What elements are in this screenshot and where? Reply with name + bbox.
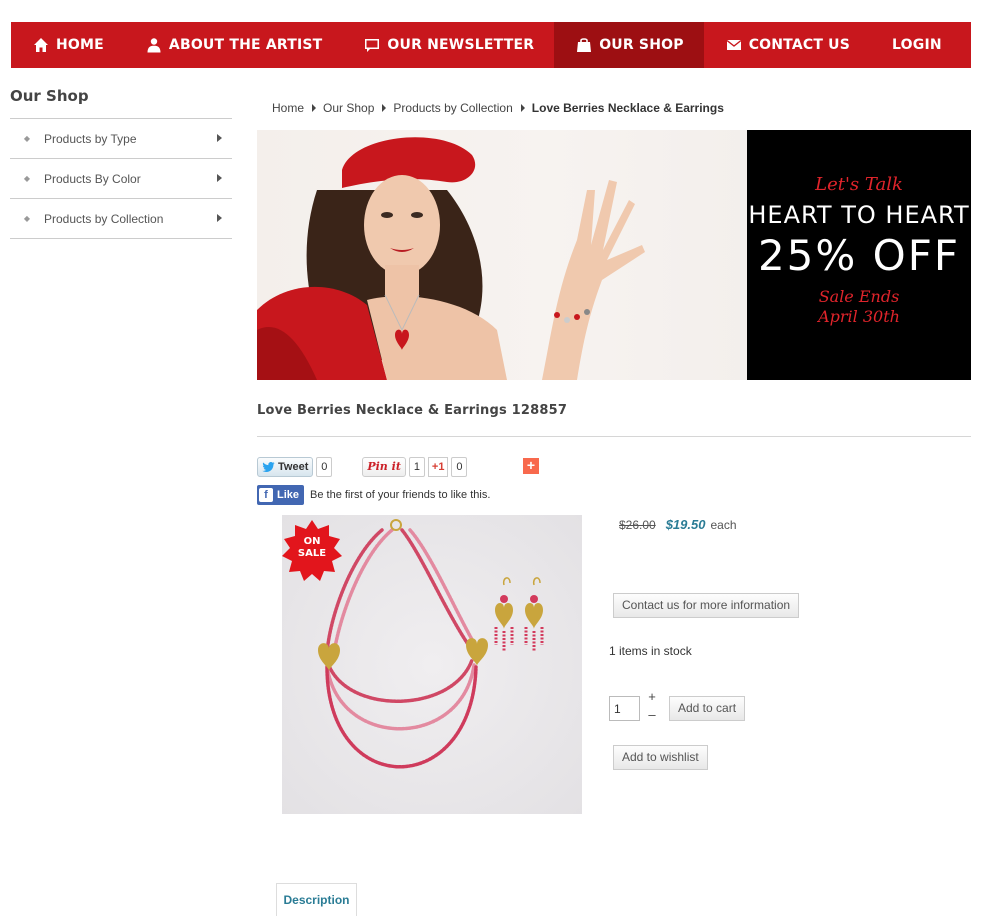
promo-banner[interactable]: Let's Talk HEART TO HEART 25% OFF Sale E… <box>257 130 971 380</box>
nav-contact-us[interactable]: CONTACT US <box>704 22 870 68</box>
sidebar-item-label: Products by Collection <box>44 211 164 226</box>
quantity-decrease-button[interactable]: – <box>646 707 658 722</box>
on-sale-badge-line1: ON <box>304 536 321 547</box>
sidebar-item-products-by-collection[interactable]: ◆ Products by Collection <box>10 199 232 239</box>
shopping-bag-icon <box>576 37 592 53</box>
fb-like-label: Like <box>277 489 300 501</box>
nav-shop-label: OUR SHOP <box>599 37 684 53</box>
add-to-cart-button[interactable]: Add to cart <box>669 696 746 721</box>
breadcrumb-separator-icon <box>382 104 387 112</box>
nav-newsletter-label: OUR NEWSLETTER <box>387 37 535 53</box>
banner-line-sale-date: April 30th <box>818 307 900 326</box>
price-unit: each <box>710 518 737 532</box>
envelope-icon <box>726 37 742 53</box>
addthis-share-icon[interactable]: + <box>523 458 539 474</box>
chevron-right-icon <box>217 214 222 222</box>
breadcrumb-separator-icon <box>312 104 317 112</box>
shop-sidebar: Our Shop ◆ Products by Type ◆ Products B… <box>10 84 232 239</box>
nav-newsletter[interactable]: OUR NEWSLETTER <box>342 22 554 68</box>
nav-home[interactable]: HOME <box>11 22 124 68</box>
twitter-bird-icon <box>262 462 275 472</box>
breadcrumb: Home Our Shop Products by Collection Lov… <box>272 101 724 115</box>
diamond-bullet-icon: ◆ <box>23 214 31 223</box>
home-icon <box>33 37 49 53</box>
facebook-icon: f <box>259 488 273 502</box>
original-price: $26.00 <box>619 518 656 532</box>
nav-home-label: HOME <box>56 37 104 53</box>
main-nav: HOME ABOUT THE ARTIST OUR NEWSLETTER OUR… <box>11 22 971 68</box>
price-row: $26.00 $19.50 each <box>619 517 737 532</box>
banner-line-sale-ends: Sale Ends <box>818 287 900 306</box>
banner-sale-panel: Let's Talk HEART TO HEART 25% OFF Sale E… <box>747 130 971 380</box>
sidebar-item-label: Products by Type <box>44 131 137 146</box>
diamond-bullet-icon: ◆ <box>23 174 31 183</box>
quantity-input[interactable] <box>609 696 640 721</box>
sale-price: $19.50 <box>665 517 706 532</box>
product-title: Love Berries Necklace & Earrings 128857 <box>257 403 568 418</box>
contact-for-info-button[interactable]: Contact us for more information <box>613 593 800 618</box>
chevron-right-icon <box>217 174 222 182</box>
nav-about-artist[interactable]: ABOUT THE ARTIST <box>124 22 342 68</box>
nav-login-label: LOGIN <box>892 37 942 53</box>
chevron-right-icon <box>217 134 222 142</box>
social-share-bar: Tweet 0 Pin it 1 +1 0 + <box>257 457 539 477</box>
nav-about-label: ABOUT THE ARTIST <box>168 37 323 53</box>
breadcrumb-products-by-collection[interactable]: Products by Collection <box>393 101 512 115</box>
sidebar-item-products-by-type[interactable]: ◆ Products by Type <box>10 119 232 159</box>
gplus-count: 0 <box>451 457 468 477</box>
title-divider <box>257 436 971 437</box>
banner-line-heart-to-heart: HEART TO HEART <box>748 201 970 229</box>
quantity-increase-button[interactable]: + <box>646 689 658 704</box>
breadcrumb-our-shop[interactable]: Our Shop <box>323 101 374 115</box>
sidebar-title: Our Shop <box>10 84 232 119</box>
facebook-like-button[interactable]: f Like <box>257 485 305 505</box>
google-plus-one-button[interactable]: +1 <box>427 457 449 477</box>
tweet-count: 0 <box>316 457 333 477</box>
breadcrumb-separator-icon <box>520 104 525 112</box>
banner-line-lets-talk: Let's Talk <box>815 174 903 195</box>
diamond-bullet-icon: ◆ <box>23 134 31 143</box>
chat-icon <box>364 37 380 53</box>
pin-count: 1 <box>408 457 425 477</box>
add-to-wishlist-button[interactable]: Add to wishlist <box>613 745 708 770</box>
nav-contact-label: CONTACT US <box>748 37 851 53</box>
product-image[interactable]: ON SALE <box>282 515 582 814</box>
breadcrumb-home[interactable]: Home <box>272 101 304 115</box>
sidebar-item-label: Products By Color <box>44 171 141 186</box>
on-sale-badge-line2: SALE <box>298 548 326 559</box>
sidebar-item-products-by-color[interactable]: ◆ Products By Color <box>10 159 232 199</box>
banner-line-discount: 25% OFF <box>757 231 961 280</box>
nav-our-shop[interactable]: OUR SHOP <box>554 22 704 68</box>
pinterest-pin-button[interactable]: Pin it <box>362 457 406 477</box>
facebook-like-row: f Like Be the first of your friends to l… <box>257 485 490 505</box>
user-icon <box>146 37 162 53</box>
tab-description[interactable]: Description <box>276 883 357 916</box>
nav-login[interactable]: LOGIN <box>870 22 962 68</box>
stock-status: 1 items in stock <box>609 644 692 658</box>
tweet-button[interactable]: Tweet <box>257 457 314 477</box>
fb-like-text: Be the first of your friends to like thi… <box>310 489 491 501</box>
breadcrumb-current: Love Berries Necklace & Earrings <box>531 101 724 115</box>
banner-model-photo <box>257 130 747 380</box>
tweet-label: Tweet <box>278 461 309 473</box>
